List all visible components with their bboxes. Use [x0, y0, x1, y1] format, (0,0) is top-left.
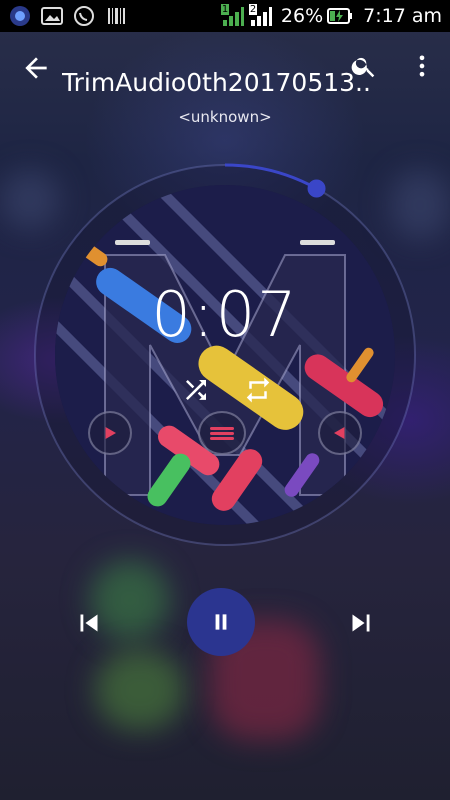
elapsed-time: 0:07 [151, 278, 299, 351]
next-button[interactable] [342, 604, 380, 642]
status-bar: 1 2 26% 7:17 am [0, 0, 450, 32]
pause-icon [215, 614, 227, 630]
search-button[interactable] [350, 52, 380, 82]
app-icon [8, 4, 32, 28]
sim2-label: 2 [248, 4, 258, 15]
more-options-button[interactable] [408, 52, 438, 82]
track-artist: <unknown> [178, 108, 272, 126]
shuffle-button[interactable] [180, 374, 212, 406]
shuffle-icon [186, 380, 206, 400]
equalizer-icon [210, 427, 234, 440]
barcode-icon [104, 4, 128, 28]
search-icon [351, 57, 375, 78]
sim1-label: 1 [220, 4, 230, 15]
previous-button[interactable] [70, 604, 108, 642]
album-art-graphic [55, 185, 395, 525]
play-right-icon [334, 427, 345, 439]
now-playing-header: TrimAudio0th20170513.. <unknown> [0, 40, 450, 130]
battery-charging-icon [327, 7, 353, 25]
album-art [55, 185, 395, 525]
art-equalizer-button[interactable] [198, 411, 246, 455]
art-play-right-button[interactable] [318, 411, 362, 455]
whatsapp-icon [72, 4, 96, 28]
bg-blob [95, 650, 185, 730]
gallery-icon [40, 4, 64, 28]
battery-percent: 26% [280, 5, 324, 27]
back-button[interactable] [20, 52, 52, 84]
sim1-signal-icon: 1 [220, 4, 245, 28]
play-left-icon [105, 427, 116, 439]
repeat-icon [246, 377, 270, 403]
repeat-button[interactable] [242, 374, 274, 406]
skip-next-icon [352, 614, 370, 632]
skip-previous-icon [80, 614, 98, 632]
clock: 7:17 am [363, 5, 442, 27]
art-play-left-button[interactable] [88, 411, 132, 455]
track-title: TrimAudio0th20170513.. [62, 68, 371, 97]
vertical-ellipsis-icon [419, 55, 425, 77]
sim2-signal-icon: 2 [248, 4, 273, 28]
seek-knob[interactable] [307, 179, 326, 198]
arrow-left-icon [25, 57, 47, 79]
pause-button[interactable] [187, 588, 255, 656]
